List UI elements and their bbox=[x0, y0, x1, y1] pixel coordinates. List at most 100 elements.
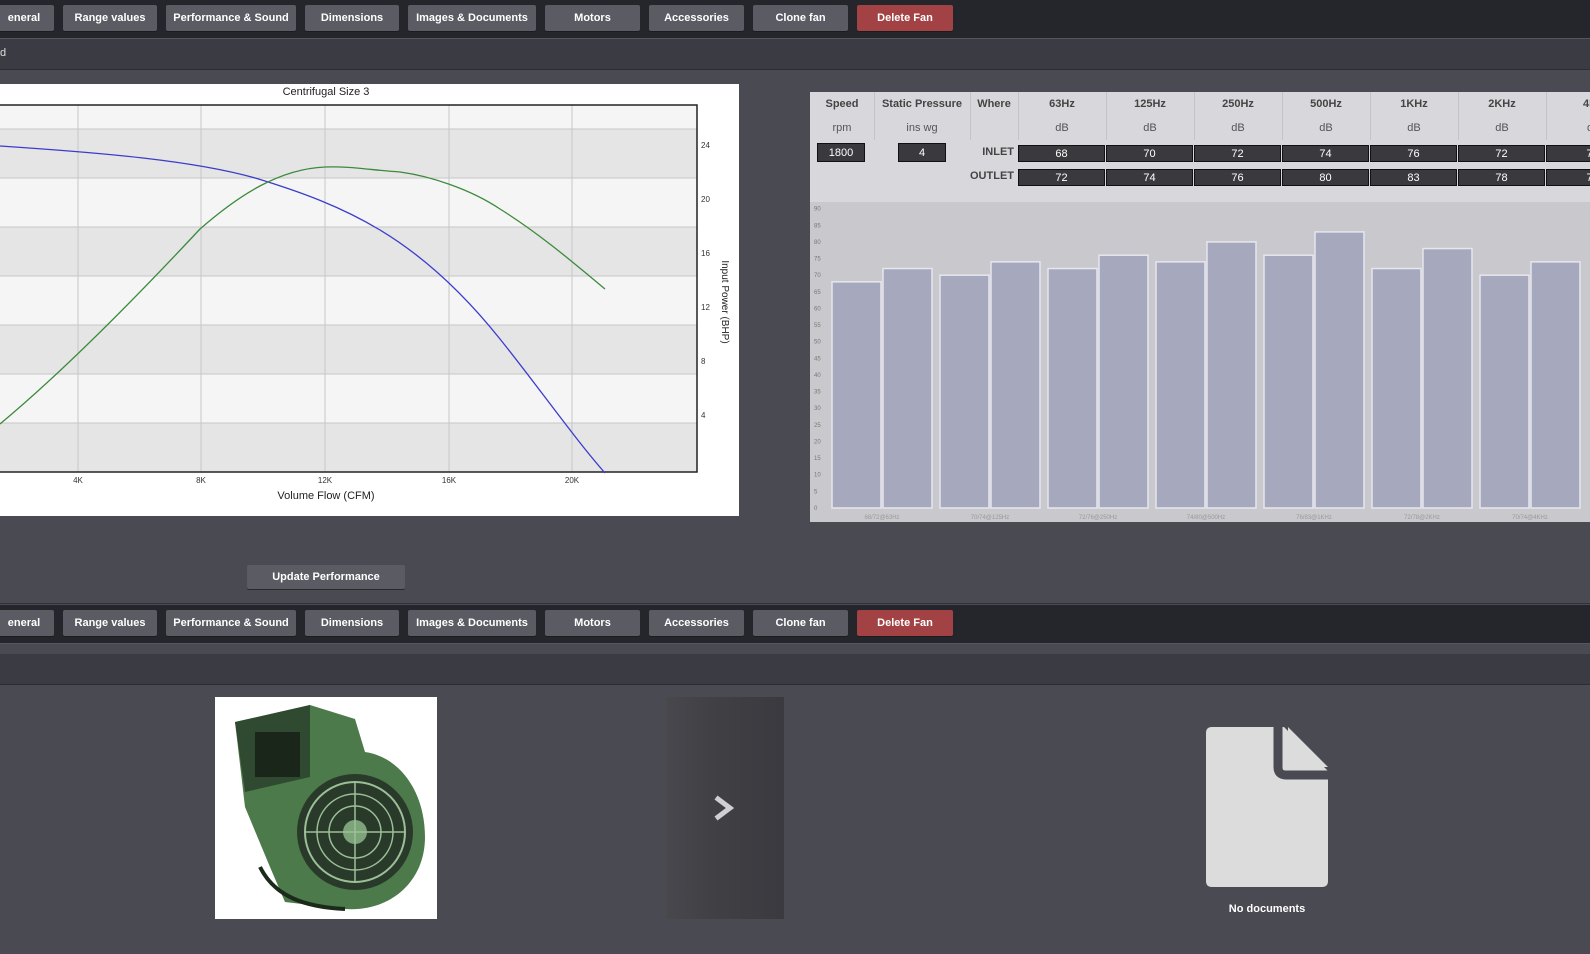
tab-dimensions[interactable]: Dimensions bbox=[305, 610, 399, 636]
y-tick-label: 10 bbox=[814, 473, 821, 479]
outlet-label: OUTLET bbox=[970, 170, 1014, 182]
category-label: 70/74@125Hz bbox=[971, 515, 1009, 521]
bar-outlet-63hz bbox=[882, 267, 933, 509]
inlet-label: INLET bbox=[982, 146, 1014, 158]
subbar-text: d bbox=[0, 47, 7, 59]
outlet-db-cell[interactable]: 74 bbox=[1106, 169, 1193, 186]
category-label: 70/74@4KHz bbox=[1512, 515, 1548, 521]
tab-range-values[interactable]: Range values bbox=[63, 610, 157, 636]
chevron-right-icon bbox=[714, 795, 735, 821]
unit-pressure: ins wg bbox=[874, 116, 971, 140]
header-4khz: 4K bbox=[1546, 92, 1590, 116]
unit-500hz: dB bbox=[1282, 116, 1371, 140]
bar-outlet-500hz bbox=[1206, 241, 1257, 509]
x-axis-label: Volume Flow (CFM) bbox=[277, 490, 374, 502]
bottom-subbar bbox=[0, 654, 1590, 685]
tab-dimensions[interactable]: Dimensions bbox=[305, 5, 399, 31]
document-placeholder bbox=[1206, 727, 1328, 887]
next-image-button[interactable] bbox=[704, 790, 744, 826]
category-label: 76/83@1KHz bbox=[1296, 515, 1332, 521]
tab-images-documents[interactable]: Images & Documents bbox=[408, 610, 536, 636]
inlet-db-cell[interactable]: 68 bbox=[1018, 145, 1105, 162]
inlet-db-cell[interactable]: 70 bbox=[1106, 145, 1193, 162]
unit-125hz: dB bbox=[1106, 116, 1195, 140]
tab-motors[interactable]: Motors bbox=[545, 610, 640, 636]
unit-4khz: d bbox=[1546, 116, 1590, 140]
header-125hz: 125Hz bbox=[1106, 92, 1195, 116]
y2-tick: 8 bbox=[701, 357, 706, 366]
tab-general[interactable]: eneral bbox=[0, 5, 54, 31]
y-tick-label: 55 bbox=[814, 323, 821, 329]
outlet-db-cell[interactable]: 7 bbox=[1546, 169, 1590, 186]
sound-table: Speed Static Pressure Where 63Hz 125Hz 2… bbox=[810, 92, 1590, 522]
header-63hz: 63Hz bbox=[1018, 92, 1107, 116]
unit-2khz: dB bbox=[1458, 116, 1547, 140]
category-label: 68/72@63Hz bbox=[864, 515, 899, 521]
x-ticks: 4K 8K 12K 16K 20K bbox=[73, 476, 580, 485]
bar-inlet-63hz bbox=[831, 281, 882, 509]
tab-images-documents[interactable]: Images & Documents bbox=[408, 5, 536, 31]
tab-performance-sound[interactable]: Performance & Sound bbox=[166, 610, 296, 636]
header-static-pressure: Static Pressure bbox=[874, 92, 971, 116]
outlet-db-cell[interactable]: 78 bbox=[1458, 169, 1545, 186]
clone-fan-button[interactable]: Clone fan bbox=[753, 610, 848, 636]
inlet-db-cell[interactable]: 76 bbox=[1370, 145, 1457, 162]
bar-inlet-4khz bbox=[1479, 274, 1530, 509]
y-tick-label: 80 bbox=[814, 240, 821, 246]
y-tick-label: 85 bbox=[814, 223, 821, 229]
tab-performance-sound[interactable]: Performance & Sound bbox=[166, 5, 296, 31]
performance-chart-svg: Centrifugal Size 3 4K 8K 12K 16K 20K 4 8… bbox=[0, 86, 730, 502]
delete-fan-button[interactable]: Delete Fan bbox=[857, 5, 953, 31]
y-tick-label: 20 bbox=[814, 439, 821, 445]
speed-input[interactable]: 1800 bbox=[817, 143, 865, 162]
bar-inlet-500hz bbox=[1155, 261, 1206, 509]
y-tick-label: 30 bbox=[814, 406, 821, 412]
category-label: 72/78@2KHz bbox=[1404, 515, 1440, 521]
x-tick: 12K bbox=[318, 476, 333, 485]
tab-accessories[interactable]: Accessories bbox=[649, 5, 744, 31]
tab-motors[interactable]: Motors bbox=[545, 5, 640, 31]
y2-tick: 20 bbox=[701, 195, 710, 204]
bar-outlet-4khz bbox=[1530, 261, 1581, 509]
y-tick-label: 50 bbox=[814, 340, 821, 346]
tab-general[interactable]: eneral bbox=[0, 610, 54, 636]
outlet-db-cell[interactable]: 83 bbox=[1370, 169, 1457, 186]
bar-inlet-2khz bbox=[1371, 267, 1422, 509]
header-1khz: 1KHz bbox=[1370, 92, 1459, 116]
sound-bar-chart: 0 5 10 15 20 25 30 35 40 45 50 55 60 65 70 75 80 85 90 68/7… bbox=[810, 202, 1590, 522]
update-performance-button[interactable]: Update Performance bbox=[247, 565, 405, 589]
top-tab-bar: eneral Range values Performance & Sound … bbox=[0, 0, 1590, 39]
y2-tick: 12 bbox=[701, 303, 710, 312]
static-pressure-input[interactable]: 4 bbox=[898, 143, 946, 162]
fan-product-image[interactable] bbox=[215, 697, 437, 919]
no-documents-label: No documents bbox=[1228, 903, 1306, 915]
y-tick-label: 60 bbox=[814, 306, 821, 312]
tab-accessories[interactable]: Accessories bbox=[649, 610, 744, 636]
outlet-db-cell[interactable]: 80 bbox=[1282, 169, 1369, 186]
y2-ticks: 4 8 12 16 20 24 bbox=[701, 141, 710, 420]
y-tick-label: 45 bbox=[814, 356, 821, 362]
inlet-db-cell[interactable]: 74 bbox=[1282, 145, 1369, 162]
unit-250hz: dB bbox=[1194, 116, 1283, 140]
inlet-db-cell[interactable]: 72 bbox=[1458, 145, 1545, 162]
y-tick-label: 40 bbox=[814, 373, 821, 379]
document-icon bbox=[1206, 727, 1328, 887]
y-tick-label: 65 bbox=[814, 290, 821, 296]
outlet-db-cell[interactable]: 72 bbox=[1018, 169, 1105, 186]
y-tick-label: 75 bbox=[814, 257, 821, 263]
y-tick-label: 35 bbox=[814, 390, 821, 396]
y-tick-label: 5 bbox=[814, 489, 818, 495]
x-tick: 8K bbox=[196, 476, 206, 485]
tab-range-values[interactable]: Range values bbox=[63, 5, 157, 31]
outlet-db-cell[interactable]: 76 bbox=[1194, 169, 1281, 186]
y-tick-label: 15 bbox=[814, 456, 821, 462]
y-tick-label: 90 bbox=[814, 207, 821, 213]
header-500hz: 500Hz bbox=[1282, 92, 1371, 116]
inlet-db-cell[interactable]: 7 bbox=[1546, 145, 1590, 162]
clone-fan-button[interactable]: Clone fan bbox=[753, 5, 848, 31]
bar-inlet-125hz bbox=[939, 274, 990, 509]
unit-where bbox=[970, 116, 1019, 140]
inlet-db-cell[interactable]: 72 bbox=[1194, 145, 1281, 162]
delete-fan-button[interactable]: Delete Fan bbox=[857, 610, 953, 636]
centrifugal-fan-picture bbox=[215, 697, 437, 919]
